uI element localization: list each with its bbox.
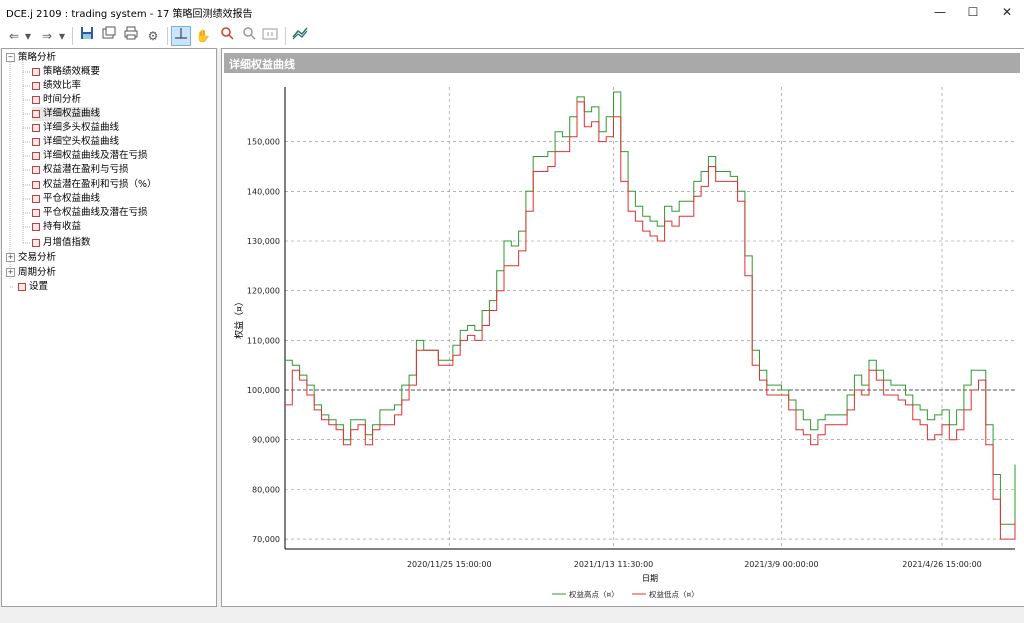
- series-line-low: [285, 101, 1016, 540]
- report-icon: [32, 95, 40, 104]
- y-tick-label: 80,000: [252, 485, 280, 494]
- title-bar: DCE.j 2109 : trading system - 17 策略回测绩效报…: [0, 0, 1024, 24]
- x-tick-label: 2021/4/26 15:00:00: [902, 560, 982, 569]
- report-icon: [32, 81, 40, 90]
- y-tick-label: 70,000: [252, 535, 280, 544]
- tree-group-strategy-analysis[interactable]: − 策略分析: [6, 51, 56, 65]
- y-tick-label: 100,000: [247, 386, 280, 395]
- chart-report-icon: [32, 194, 40, 203]
- tree-group-label: 周期分析: [18, 267, 57, 278]
- chart-report-icon: [32, 137, 40, 146]
- back-icon[interactable]: ⇐: [4, 26, 24, 46]
- tree-item-detailed-equity-curve[interactable]: 详细权益曲线: [32, 107, 101, 121]
- expand-icon[interactable]: +: [6, 268, 15, 277]
- report-tree: − 策略分析 策略绩效概要 绩效比率 时间分析 详细权益曲线 详细多头权益曲线 详…: [1, 48, 217, 607]
- y-tick-label: 150,000: [247, 138, 280, 147]
- chart-report-icon: [32, 109, 40, 118]
- tree-group-period-analysis[interactable]: + 周期分析: [6, 266, 56, 280]
- minimize-button[interactable]: —: [923, 0, 957, 24]
- tree-item-short-equity-curve[interactable]: 详细空头权益曲线: [32, 135, 119, 149]
- tree-item-monthly-index[interactable]: 月增值指数: [32, 236, 91, 250]
- y-tick-label: 90,000: [252, 436, 280, 445]
- tree-item-label: 权益潜在盈利和亏损（%）: [43, 179, 157, 190]
- zoom-fit-icon[interactable]: [261, 26, 279, 46]
- tree-item-equity-curve-drawdown[interactable]: 详细权益曲线及潜在亏损: [32, 149, 148, 163]
- tree-item-label: 详细权益曲线: [43, 108, 101, 119]
- tree-item-performance-ratios[interactable]: 绩效比率: [32, 79, 81, 93]
- tree-item-settings[interactable]: 设置: [18, 280, 48, 294]
- y-axis-label: 权益（¤）: [233, 297, 245, 339]
- expand-icon[interactable]: +: [6, 253, 15, 262]
- toolbar-separator: [72, 27, 73, 45]
- tree-item-time-analysis[interactable]: 时间分析: [32, 93, 81, 107]
- tree-item-label: 详细多头权益曲线: [43, 122, 120, 133]
- forward-icon[interactable]: ⇒: [37, 26, 57, 46]
- tree-item-holding-return[interactable]: 持有收益: [32, 220, 81, 234]
- window-title: DCE.j 2109 : trading system - 17 策略回测绩效报…: [6, 9, 253, 20]
- tree-item-label: 平仓权益曲线: [43, 193, 101, 204]
- chart-report-icon: [32, 123, 40, 132]
- tree-item-label: 策略绩效概要: [43, 66, 101, 77]
- tree-item-equity-potential-pl[interactable]: 权益潜在盈利与亏损: [32, 163, 129, 177]
- x-tick-label: 2021/3/9 00:00:00: [744, 560, 818, 569]
- tree-item-closed-equity-curve[interactable]: 平仓权益曲线: [32, 192, 100, 206]
- chart-report-icon: [32, 151, 40, 160]
- report-icon: [32, 67, 40, 76]
- crosshair-icon[interactable]: [171, 26, 191, 46]
- tree-item-label: 详细空头权益曲线: [43, 136, 120, 147]
- tree-item-label: 权益潜在盈利与亏损: [43, 164, 129, 175]
- tree-item-label: 持有收益: [43, 221, 82, 232]
- tree-item-equity-potential-pl-pct[interactable]: 权益潜在盈利和亏损（%）: [32, 178, 157, 192]
- toolbar: ⇐ ▾ ⇒ ▾ ⚙ ✋: [0, 24, 1024, 48]
- tree-group-trade-analysis[interactable]: + 交易分析: [6, 251, 56, 265]
- zoom-in-icon[interactable]: [217, 26, 237, 46]
- toolbar-separator: [285, 27, 286, 45]
- settings-report-icon: [18, 282, 26, 291]
- chart-report-icon: [32, 222, 40, 231]
- x-axis-label: 日期: [642, 574, 658, 583]
- y-tick-label: 130,000: [247, 237, 280, 246]
- toolbar-separator: [167, 27, 168, 45]
- y-tick-label: 120,000: [247, 287, 280, 296]
- tree-item-label: 绩效比率: [43, 80, 82, 91]
- status-bar: [0, 607, 1024, 623]
- y-tick-label: 110,000: [247, 336, 280, 345]
- chart-report-icon: [32, 238, 40, 247]
- x-tick-label: 2020/11/25 15:00:00: [407, 560, 492, 569]
- export-icon[interactable]: [99, 26, 119, 46]
- maximize-button[interactable]: ☐: [956, 0, 990, 24]
- chart-report-icon: [32, 180, 40, 189]
- series-line-high: [285, 91, 1016, 525]
- legend-label: 权益高点（¤）: [569, 589, 619, 599]
- tree-group-label: 策略分析: [18, 52, 57, 63]
- tree-item-label: 时间分析: [43, 94, 82, 105]
- chart-panel: 详细权益曲线 70,000 80,000 90,000 100,000 110,000 1…: [221, 48, 1024, 607]
- equity-chart[interactable]: 70,000 80,000 90,000 100,000 110,000 120,000 1…: [222, 49, 1024, 606]
- tree-item-strategy-summary[interactable]: 策略绩效概要: [32, 65, 100, 79]
- tree-group-label: 交易分析: [18, 252, 57, 263]
- y-tick-label: 140,000: [247, 187, 280, 196]
- collapse-icon[interactable]: −: [6, 53, 15, 62]
- print-icon[interactable]: [121, 26, 141, 46]
- dropdown-icon[interactable]: ▾: [22, 26, 34, 46]
- x-tick-label: 2021/1/13 11:30:00: [574, 560, 654, 569]
- dropdown-icon[interactable]: ▾: [56, 26, 68, 46]
- tree-item-label: 月增值指数: [43, 237, 91, 248]
- tree-item-closed-equity-drawdown[interactable]: 平仓权益曲线及潜在亏损: [32, 206, 148, 220]
- close-button[interactable]: ✕: [990, 0, 1024, 24]
- pan-hand-icon[interactable]: ✋: [193, 26, 213, 46]
- settings-icon[interactable]: ⚙: [143, 26, 163, 46]
- tree-item-label: 平仓权益曲线及潜在亏损: [43, 207, 148, 218]
- chart-report-icon: [32, 208, 40, 217]
- tree-item-label: 详细权益曲线及潜在亏损: [43, 150, 148, 161]
- save-icon[interactable]: [77, 26, 97, 46]
- tree-item-label: 设置: [29, 281, 49, 292]
- legend-label: 权益低点（¤）: [649, 589, 699, 599]
- tree-item-long-equity-curve[interactable]: 详细多头权益曲线: [32, 121, 119, 135]
- zoom-out-icon[interactable]: [239, 26, 259, 46]
- chart-style-icon[interactable]: [290, 26, 310, 46]
- chart-report-icon: [32, 165, 40, 174]
